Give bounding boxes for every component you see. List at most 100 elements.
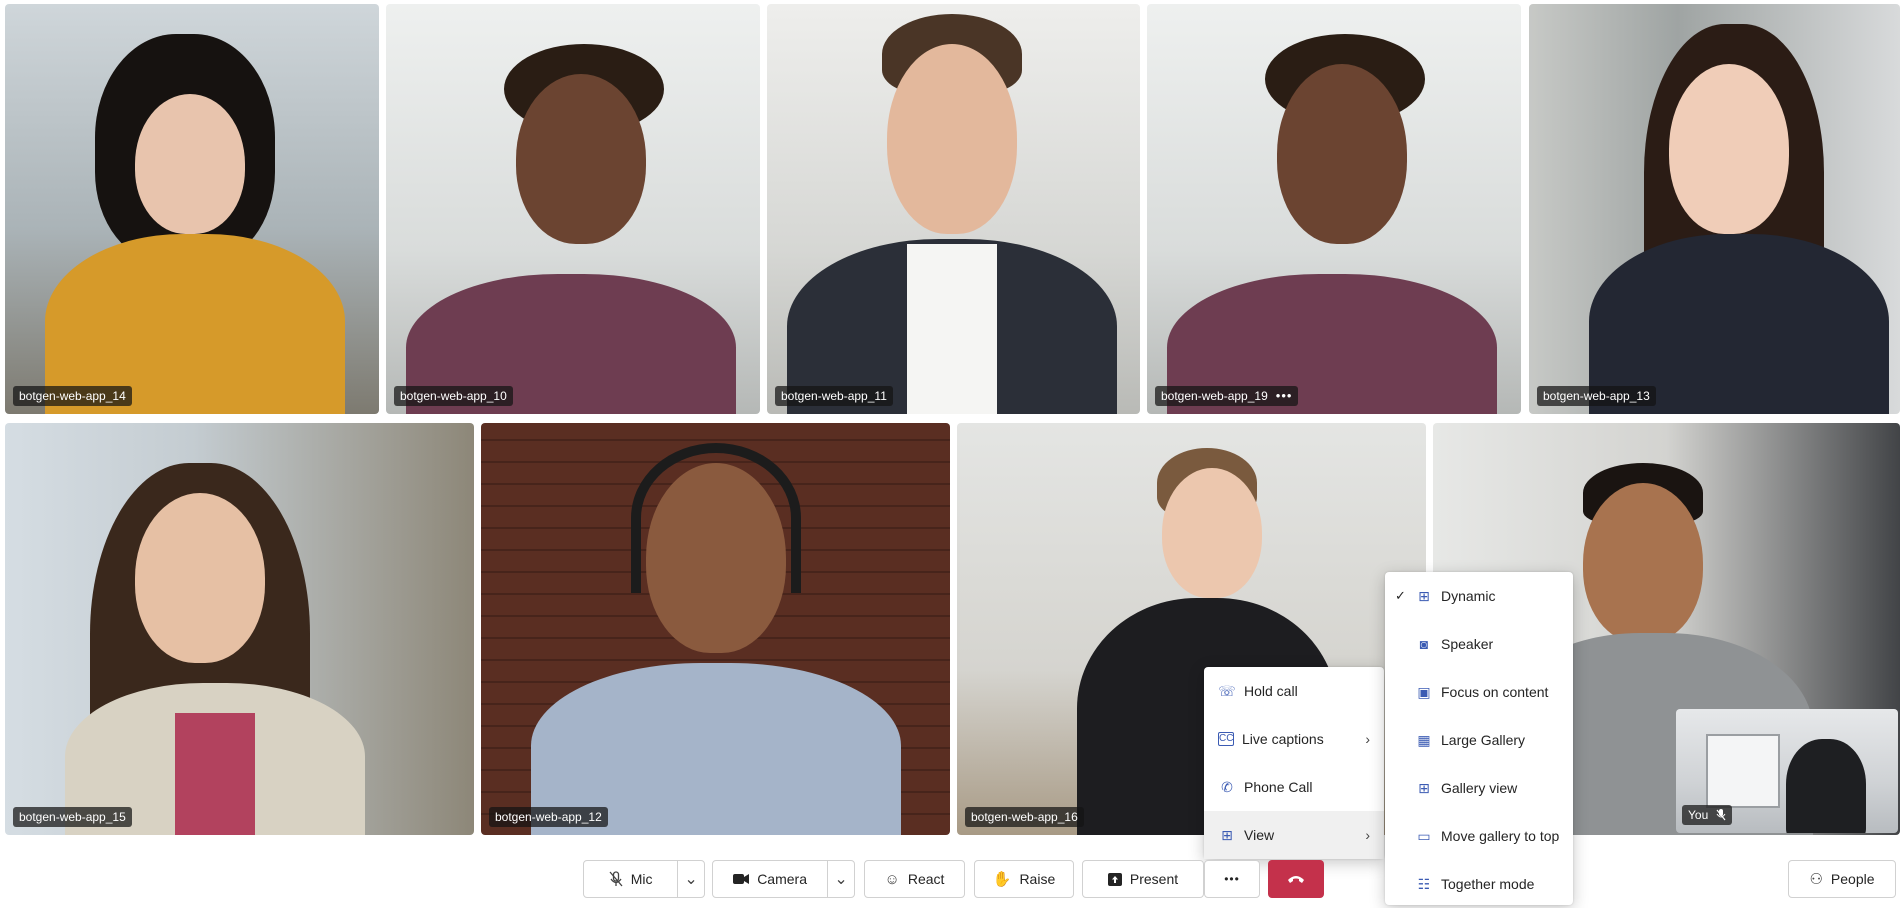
person-face [1669, 64, 1789, 234]
person-face [135, 94, 245, 234]
participant-name: botgen-web-app_14 [19, 389, 126, 403]
people-button[interactable]: ⚇ People [1788, 860, 1896, 898]
participant-name: botgen-web-app_19 [1161, 389, 1268, 403]
participant-name: botgen-web-app_11 [781, 389, 887, 403]
people-icon: ⚇ [1809, 871, 1823, 888]
self-view-name-tag: You [1682, 805, 1733, 825]
menu-item-label: Live captions [1242, 731, 1324, 747]
headset [631, 443, 801, 593]
self-view-person [1786, 739, 1866, 833]
more-actions-menu: ☏ Hold call CC Live captions › ✆ Phone C… [1204, 667, 1384, 859]
menu-item-view[interactable]: ⊞ View › [1204, 811, 1384, 859]
person-face [516, 74, 646, 244]
person-shirt [175, 713, 255, 835]
person-face [1583, 483, 1703, 643]
chevron-right-icon: › [1365, 827, 1370, 843]
person-shirt [907, 244, 997, 414]
menu-item-label: View [1244, 827, 1275, 843]
more-options-icon[interactable]: ••• [1276, 389, 1293, 402]
participant-name-tag: botgen-web-app_13 [1537, 386, 1656, 406]
checkmark-icon: ✓ [1395, 588, 1406, 603]
menu-item-hold-call[interactable]: ☏ Hold call [1204, 667, 1384, 715]
view-option-gallery-view[interactable]: ⊞ Gallery view [1385, 764, 1573, 812]
large-gallery-icon: ▦ [1417, 731, 1431, 748]
focus-content-icon: ▣ [1417, 683, 1431, 700]
menu-item-label: Hold call [1244, 683, 1298, 699]
hang-up-icon [1288, 876, 1304, 883]
menu-item-label: Speaker [1441, 636, 1494, 652]
view-option-large-gallery[interactable]: ▦ Large Gallery [1385, 716, 1573, 764]
person-face [1277, 64, 1407, 244]
people-label: People [1830, 871, 1875, 887]
smiley-icon: ☺ [884, 870, 900, 888]
react-label: React [907, 871, 945, 887]
menu-item-label: Gallery view [1441, 780, 1518, 796]
menu-item-label: Together mode [1441, 876, 1535, 892]
react-button[interactable]: ☺ React [864, 860, 965, 898]
camera-label: Camera [757, 871, 807, 887]
menu-item-label: Dynamic [1441, 588, 1496, 604]
present-label: Present [1129, 871, 1179, 887]
hold-call-icon: ☏ [1218, 682, 1236, 699]
more-icon: ••• [1224, 872, 1240, 886]
person-face [135, 493, 265, 663]
menu-item-label: Focus on content [1441, 684, 1549, 700]
participant-tile[interactable]: botgen-web-app_13 [1529, 4, 1900, 414]
camera-control: Camera ⌄ [712, 860, 855, 898]
participant-name-tag: botgen-web-app_11 [775, 386, 893, 406]
participant-tile[interactable]: botgen-web-app_12 [481, 423, 950, 835]
mic-options-chevron-icon[interactable]: ⌄ [677, 861, 704, 897]
view-submenu: ✓ ⊞ Dynamic ◙ Speaker ▣ Focus on content… [1385, 572, 1573, 905]
view-option-move-gallery-to-top[interactable]: ▭ Move gallery to top [1385, 812, 1573, 860]
raise-hand-icon: ✋ [992, 871, 1012, 888]
view-option-dynamic[interactable]: ✓ ⊞ Dynamic [1385, 572, 1573, 620]
raise-label: Raise [1019, 871, 1056, 887]
phone-icon: ✆ [1221, 778, 1233, 795]
participant-tile[interactable]: botgen-web-app_14 [5, 4, 379, 414]
participant-name-tag: botgen-web-app_14 [13, 386, 132, 406]
view-option-focus-on-content[interactable]: ▣ Focus on content [1385, 668, 1573, 716]
participant-name-tag: botgen-web-app_10 [394, 386, 513, 406]
participant-tile[interactable]: botgen-web-app_10 [386, 4, 760, 414]
participant-tile[interactable]: botgen-web-app_11 [767, 4, 1140, 414]
together-mode-icon: ☷ [1417, 875, 1431, 892]
more-actions-button[interactable]: ••• [1204, 860, 1260, 898]
hang-up-button[interactable] [1268, 860, 1324, 898]
menu-item-label: Phone Call [1244, 779, 1313, 795]
speaker-layout-icon: ◙ [1419, 636, 1429, 652]
dynamic-layout-icon: ⊞ [1418, 587, 1430, 604]
participant-name: botgen-web-app_12 [495, 810, 602, 824]
mic-off-icon [609, 871, 623, 887]
participant-name: botgen-web-app_10 [400, 389, 507, 403]
self-view-label: You [1688, 808, 1709, 822]
mic-button[interactable]: Mic [584, 861, 677, 897]
view-option-together-mode[interactable]: ☷ Together mode [1385, 860, 1573, 908]
gallery-icon: ⊞ [1418, 779, 1430, 796]
raise-hand-button[interactable]: ✋ Raise [974, 860, 1074, 898]
camera-button[interactable]: Camera [713, 861, 827, 897]
camera-options-chevron-icon[interactable]: ⌄ [827, 861, 854, 897]
person-face [1162, 468, 1262, 598]
share-screen-icon [1107, 872, 1122, 886]
participant-name: botgen-web-app_16 [971, 810, 1078, 824]
view-option-speaker[interactable]: ◙ Speaker [1385, 620, 1573, 668]
mic-muted-icon [1716, 809, 1726, 821]
participant-tile[interactable]: botgen-web-app_19 ••• [1147, 4, 1521, 414]
participant-name-tag: botgen-web-app_19 ••• [1155, 386, 1299, 406]
menu-item-phone-call[interactable]: ✆ Phone Call [1204, 763, 1384, 811]
camera-icon [733, 874, 750, 884]
menu-item-live-captions[interactable]: CC Live captions › [1204, 715, 1384, 763]
menu-item-label: Move gallery to top [1441, 828, 1560, 844]
mic-label: Mic [630, 871, 653, 887]
participant-tile[interactable]: botgen-web-app_15 [5, 423, 474, 835]
self-view-tile[interactable]: You [1676, 709, 1898, 833]
participant-name: botgen-web-app_13 [1543, 389, 1650, 403]
participant-name-tag: botgen-web-app_15 [13, 807, 132, 827]
menu-item-label: Large Gallery [1441, 732, 1526, 748]
gallery-top-icon: ▭ [1417, 827, 1431, 844]
person-face [887, 44, 1017, 234]
chevron-right-icon: › [1365, 731, 1370, 747]
present-button[interactable]: Present [1082, 860, 1204, 898]
self-view-window [1706, 734, 1780, 808]
mic-control: Mic ⌄ [583, 860, 705, 898]
